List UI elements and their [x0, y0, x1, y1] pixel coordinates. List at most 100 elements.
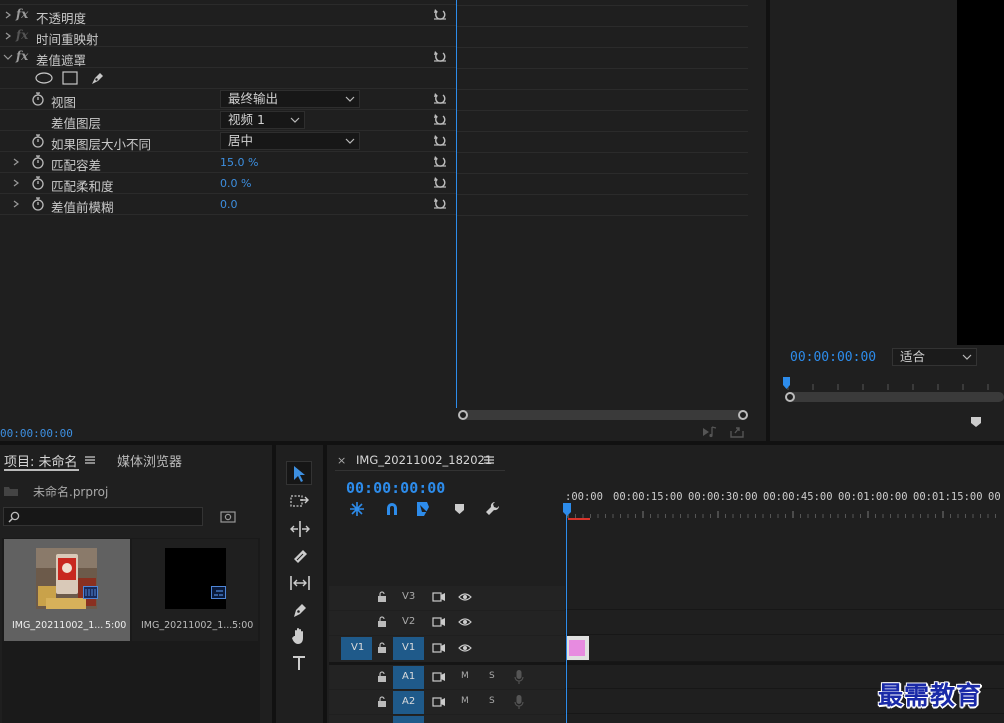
effects-playhead-line[interactable]: [456, 0, 457, 408]
fx-badge[interactable]: fx: [16, 7, 28, 21]
razor-tool-icon[interactable]: [291, 547, 309, 565]
keyframe-zoom-scrollbar[interactable]: [458, 410, 748, 420]
work-area-bar[interactable]: [568, 518, 590, 520]
lock-icon[interactable]: [377, 616, 387, 628]
mute-button[interactable]: M: [461, 696, 469, 706]
snap-magnet-icon[interactable]: [384, 501, 400, 517]
lock-icon[interactable]: [377, 591, 387, 603]
close-icon[interactable]: ×: [337, 454, 346, 467]
project-item[interactable]: IMG_20211002_1... 5:00: [132, 539, 258, 641]
difference-layer-dropdown[interactable]: 视频 1: [220, 111, 305, 129]
project-item[interactable]: IMG_20211002_1... 5:00: [4, 539, 130, 641]
microphone-icon[interactable]: [514, 669, 524, 685]
track-v2[interactable]: V2: [329, 611, 1004, 635]
softness-value[interactable]: 0.0 %: [220, 177, 251, 190]
layer-size-dropdown[interactable]: 居中: [220, 132, 360, 150]
tolerance-value[interactable]: 15.0 %: [220, 156, 258, 169]
chevron-right-icon[interactable]: [3, 29, 13, 43]
video-preview[interactable]: [957, 0, 1004, 345]
timeline-timecode[interactable]: 00:00:00:00: [346, 479, 445, 497]
sequence-tab-name[interactable]: IMG_20211002_182021: [356, 453, 492, 467]
scroll-handle-left[interactable]: [458, 410, 468, 420]
chevron-right-icon[interactable]: [11, 197, 21, 211]
pen-tool-icon[interactable]: [291, 601, 309, 619]
stopwatch-icon[interactable]: [31, 134, 45, 148]
video-clip[interactable]: [566, 636, 589, 660]
microphone-icon[interactable]: [514, 694, 524, 710]
program-timecode[interactable]: 00:00:00:00: [790, 350, 876, 365]
lock-icon[interactable]: [377, 671, 387, 683]
reset-icon[interactable]: [433, 175, 447, 189]
solo-button[interactable]: S: [489, 671, 495, 681]
track-select-tool-icon[interactable]: [290, 493, 310, 511]
view-dropdown[interactable]: 最终输出: [220, 90, 360, 108]
chevron-down-icon[interactable]: [3, 50, 13, 64]
tab-media-browser[interactable]: 媒体浏览器: [117, 451, 182, 470]
timeline-ruler[interactable]: :00:00 00:00:15:00 00:00:30:00 00:00:45:…: [565, 487, 1004, 523]
add-marker-icon[interactable]: [454, 503, 466, 515]
track-target-a3[interactable]: [393, 716, 424, 723]
tab-project[interactable]: 项目: 未命名: [4, 451, 78, 470]
search-input[interactable]: [3, 507, 203, 526]
fx-badge[interactable]: fx: [16, 28, 28, 42]
lock-icon[interactable]: [377, 642, 387, 654]
selection-tool[interactable]: [286, 461, 312, 485]
track-v1[interactable]: V1 V1: [329, 636, 1004, 662]
scroll-handle-left[interactable]: [785, 392, 795, 402]
eye-icon[interactable]: [458, 592, 472, 602]
effect-row-difference-matte[interactable]: fx 差值遮罩: [0, 47, 456, 68]
marker-icon[interactable]: [970, 416, 982, 428]
sync-lock-icon[interactable]: [432, 642, 446, 654]
reset-icon[interactable]: [433, 154, 447, 168]
sync-lock-icon[interactable]: [432, 696, 446, 708]
ellipse-mask-icon[interactable]: [35, 72, 53, 84]
timeline-playhead-line[interactable]: [566, 515, 567, 723]
reset-icon[interactable]: [433, 112, 447, 126]
monitor-zoom-scrollbar[interactable]: [785, 392, 1004, 402]
new-bin-icon[interactable]: [220, 510, 236, 523]
play-audio-icon[interactable]: [702, 425, 718, 439]
reset-icon[interactable]: [433, 196, 447, 210]
rectangle-mask-icon[interactable]: [62, 71, 78, 85]
chevron-right-icon[interactable]: [3, 8, 13, 22]
wrench-settings-icon[interactable]: [485, 501, 501, 517]
lock-icon[interactable]: [377, 696, 387, 708]
chevron-right-icon[interactable]: [11, 176, 21, 190]
pen-mask-icon[interactable]: [89, 70, 105, 86]
blur-value[interactable]: 0.0: [220, 198, 238, 211]
nest-icon[interactable]: [349, 501, 365, 517]
timeline-playhead-icon[interactable]: [563, 503, 572, 517]
reset-icon[interactable]: [433, 91, 447, 105]
type-tool-icon[interactable]: [291, 654, 309, 672]
eye-icon[interactable]: [458, 617, 472, 627]
scroll-handle-right[interactable]: [738, 410, 748, 420]
solo-button[interactable]: S: [489, 696, 495, 706]
sync-lock-icon[interactable]: [432, 591, 446, 603]
stopwatch-icon[interactable]: [31, 197, 45, 211]
linked-selection-icon[interactable]: [416, 501, 434, 517]
reset-icon[interactable]: [433, 133, 447, 147]
effect-row-time-remap[interactable]: fx 时间重映射: [0, 26, 456, 47]
stopwatch-icon[interactable]: [31, 155, 45, 169]
effect-row-opacity[interactable]: fx 不透明度: [0, 5, 456, 26]
sync-lock-icon[interactable]: [432, 616, 446, 628]
ripple-edit-tool-icon[interactable]: [290, 520, 310, 538]
track-v3[interactable]: V3: [329, 586, 1004, 610]
fit-dropdown[interactable]: 适合: [892, 348, 977, 366]
fx-badge[interactable]: fx: [16, 49, 28, 63]
stopwatch-icon[interactable]: [31, 92, 45, 106]
panel-menu-icon[interactable]: [483, 455, 495, 465]
chevron-right-icon[interactable]: [11, 155, 21, 169]
monitor-playhead-icon[interactable]: [783, 377, 791, 391]
panel-menu-icon[interactable]: [84, 455, 96, 465]
monitor-time-ruler[interactable]: [782, 378, 1004, 392]
mute-button[interactable]: M: [461, 671, 469, 681]
sync-lock-icon[interactable]: [432, 671, 446, 683]
reset-icon[interactable]: [433, 49, 447, 63]
track-a3[interactable]: [329, 715, 1004, 723]
eye-icon[interactable]: [458, 643, 472, 653]
stopwatch-icon[interactable]: [31, 176, 45, 190]
slip-tool-icon[interactable]: [289, 574, 311, 592]
export-icon[interactable]: [729, 425, 745, 439]
reset-icon[interactable]: [433, 7, 447, 21]
